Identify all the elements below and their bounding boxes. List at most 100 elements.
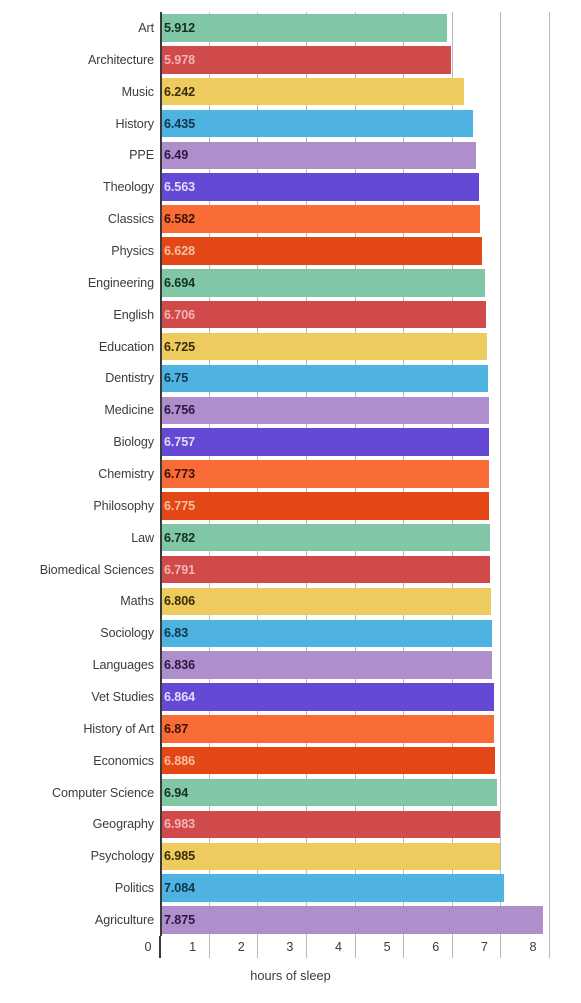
category-label: Physics	[111, 243, 154, 258]
bar-row: Medicine 6.756	[0, 394, 581, 426]
bar-value-label: 6.725	[164, 339, 196, 354]
category-label: Sociology	[100, 626, 154, 641]
x-tick-mark-2	[257, 936, 259, 958]
bar-row: Art 5.912	[0, 12, 581, 44]
category-label: Architecture	[88, 52, 154, 67]
category-label: Geography	[92, 817, 155, 832]
bar[interactable]	[160, 683, 494, 711]
bar[interactable]	[160, 332, 487, 361]
bar[interactable]	[160, 906, 543, 934]
bar-value-label: 6.242	[164, 84, 196, 99]
bar-value-label: 6.836	[164, 658, 196, 673]
bar[interactable]	[160, 842, 500, 871]
category-label: Agriculture	[94, 912, 154, 927]
category-label: History	[115, 116, 155, 131]
bar-rows: Art 5.912 Architecture 5.978 Music 6.242 Histo…	[0, 12, 581, 936]
bar[interactable]	[160, 364, 489, 393]
bar-value-label: 6.985	[164, 849, 196, 864]
bar[interactable]	[160, 428, 489, 456]
bar-value-label: 6.87	[164, 721, 189, 736]
category-label: Vet Studies	[91, 689, 154, 704]
bar-row: Physics 6.628	[0, 235, 581, 267]
bar[interactable]	[160, 587, 491, 616]
bar-row: Theology 6.563	[0, 171, 581, 203]
category-label: History of Art	[83, 721, 154, 736]
bar[interactable]	[160, 874, 505, 902]
bar-value-label: 7.875	[164, 912, 196, 927]
bar-row: Geography 6.983	[0, 808, 581, 840]
x-tick-mark-1	[208, 936, 210, 958]
x-tick-label-1: 1	[189, 940, 197, 954]
bar[interactable]	[160, 141, 476, 170]
bar-value-label: 6.791	[164, 562, 196, 577]
x-tick-mark-4	[354, 936, 356, 958]
bar-value-label: 6.706	[164, 307, 196, 322]
bar[interactable]	[160, 523, 490, 552]
category-label: Computer Science	[52, 785, 154, 800]
bar[interactable]	[160, 205, 481, 233]
bar-value-label: 6.773	[164, 466, 196, 481]
bar-value-label: 6.756	[164, 403, 196, 418]
bar-value-label: 6.563	[164, 180, 196, 195]
bar[interactable]	[160, 300, 487, 329]
bar-row: History of Art 6.87	[0, 713, 581, 745]
bar[interactable]	[160, 46, 451, 74]
bar[interactable]	[160, 396, 489, 424]
bar[interactable]	[160, 269, 486, 297]
bar-row: Economics 6.886	[0, 745, 581, 777]
bar[interactable]	[160, 173, 480, 201]
bar[interactable]	[160, 778, 498, 807]
bar-row: Biology 6.757	[0, 426, 581, 458]
category-label: Psychology	[90, 849, 155, 864]
bar-value-label: 6.94	[164, 785, 189, 800]
bar[interactable]	[160, 14, 448, 42]
bar-row: Politics 7.084	[0, 872, 581, 904]
category-label: Philosophy	[93, 498, 154, 513]
bar[interactable]	[160, 746, 495, 775]
bar[interactable]	[160, 651, 493, 679]
category-label: Classics	[107, 212, 154, 227]
bar-row: Computer Science 6.94	[0, 777, 581, 809]
bar-value-label: 6.83	[164, 626, 189, 641]
x-tick-label-2: 2	[237, 940, 245, 954]
x-tick-mark-3	[305, 936, 307, 958]
x-tick-mark-6	[451, 936, 453, 958]
bar-row: Philosophy 6.775	[0, 490, 581, 522]
bar[interactable]	[160, 555, 491, 584]
category-label: Maths	[120, 594, 154, 609]
bar[interactable]	[160, 715, 495, 743]
x-tick-mark-8	[549, 936, 550, 958]
bar-row: Classics 6.582	[0, 203, 581, 235]
bar[interactable]	[160, 810, 500, 839]
bar-value-label: 6.628	[164, 243, 196, 258]
bar[interactable]	[160, 237, 483, 265]
bar-row: English 6.706	[0, 299, 581, 331]
bar[interactable]	[160, 77, 464, 106]
bar-value-label: 7.084	[164, 881, 196, 896]
bar-row: Law 6.782	[0, 522, 581, 554]
bar[interactable]	[160, 460, 490, 488]
bar-row: Engineering 6.694	[0, 267, 581, 299]
bar-value-label: 5.978	[164, 52, 196, 67]
category-label: Education	[98, 339, 154, 354]
bar[interactable]	[160, 492, 490, 520]
category-label: Theology	[102, 180, 154, 195]
category-label: Languages	[92, 658, 155, 673]
category-label: Medicine	[104, 403, 154, 418]
bar[interactable]	[160, 619, 493, 647]
bar-row: Music 6.242	[0, 76, 581, 108]
x-axis-title: hours of sleep	[250, 968, 331, 983]
category-label: Law	[131, 530, 154, 545]
bar-row: Dentistry 6.75	[0, 362, 581, 394]
bar-row: Chemistry 6.773	[0, 458, 581, 490]
bar-row: PPE 6.49	[0, 139, 581, 171]
bar[interactable]	[160, 109, 473, 138]
category-label: Biology	[113, 435, 154, 450]
x-tick-label-7: 7	[480, 940, 488, 954]
x-tick-label-4: 4	[334, 940, 343, 954]
category-label: Chemistry	[98, 466, 154, 481]
bar-row: Psychology 6.985	[0, 840, 581, 872]
x-tick-label-5: 5	[383, 940, 391, 954]
category-label: Music	[121, 84, 154, 99]
gridline-0	[160, 12, 162, 936]
